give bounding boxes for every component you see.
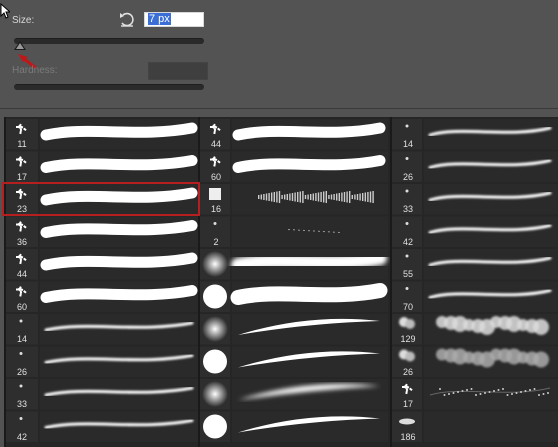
dot-brush-icon	[19, 384, 23, 388]
brush-cell[interactable]	[200, 314, 388, 345]
size-label: Size:	[12, 15, 35, 26]
brush-size-label: 26	[16, 366, 27, 377]
brush-cell[interactable]	[200, 379, 388, 410]
dot-brush-icon	[405, 189, 409, 193]
hardness-label: Hardness:	[12, 65, 58, 76]
size-input[interactable]: 7 px	[144, 12, 204, 27]
dot-brush-icon	[405, 287, 409, 290]
hard-round-brush-icon	[203, 284, 227, 309]
brush-size-label: 186	[400, 431, 416, 442]
brush-size-label: 33	[402, 204, 413, 214]
brush-size-label: 11	[17, 139, 27, 149]
brush-size-label: 14	[402, 139, 413, 149]
brush-size-label: 129	[400, 334, 416, 344]
dot-brush-icon	[213, 222, 217, 225]
dot-brush-icon	[405, 157, 409, 160]
brush-size-label: 17	[16, 171, 27, 182]
dot-brush-icon	[19, 319, 23, 323]
brush-size-label: 36	[16, 236, 27, 247]
mouse-cursor-icon	[0, 3, 10, 19]
brush-size-label: 42	[402, 236, 413, 247]
brush-size-label: 2	[213, 236, 219, 247]
size-slider-track[interactable]	[14, 38, 204, 44]
brush-cell[interactable]	[200, 411, 388, 443]
brush-stroke-preview	[40, 252, 198, 271]
brush-size-label: 60	[210, 171, 221, 182]
brush-size-label: 14	[16, 334, 27, 344]
brush-stroke-preview	[40, 285, 198, 303]
brush-grid-canvas	[4, 117, 558, 447]
brush-options: Size: 7 px Hardness:	[0, 0, 558, 108]
brush-cell[interactable]	[200, 346, 388, 378]
soft-round-brush-icon	[202, 316, 228, 342]
brush-stroke-preview	[232, 155, 386, 173]
size-slider-thumb-face	[16, 43, 24, 49]
brush-size-label: 55	[402, 269, 413, 279]
brush-size-label: 16	[210, 204, 221, 214]
brush-size-label: 42	[16, 431, 27, 442]
soft-round-brush-icon	[202, 251, 228, 277]
brush-size-label: 44	[16, 269, 27, 279]
brush-size-label: 17	[402, 399, 413, 409]
brush-stroke-preview	[232, 122, 386, 141]
soft-round-brush-icon	[202, 381, 228, 407]
dot-brush-icon	[405, 254, 409, 258]
brush-stroke-preview	[231, 251, 387, 272]
brush-grid	[4, 117, 558, 447]
brush-size-label: 23	[16, 204, 27, 214]
hard-round-brush-icon	[203, 349, 227, 374]
brush-size-label: 44	[210, 139, 221, 149]
hardness-input[interactable]	[148, 62, 208, 80]
divider	[0, 108, 558, 109]
brush-stroke-preview	[40, 220, 198, 238]
brush-cell[interactable]	[200, 249, 388, 280]
brush-preset-picker: Size: 7 px Hardness: 11 17 23 36 44 60 14 26 33 4…	[0, 0, 558, 447]
brush-stroke-preview	[40, 155, 198, 173]
hard-round-brush-icon	[203, 414, 227, 439]
dot-brush-icon	[19, 352, 23, 355]
dot-brush-icon	[405, 222, 409, 225]
brush-stroke-preview	[230, 283, 388, 305]
brush-size-label: 70	[402, 301, 413, 312]
dot-brush-icon	[19, 417, 23, 420]
brush-cell[interactable]	[200, 281, 388, 313]
brush-size-label: 26	[402, 366, 413, 377]
hardness-slider-track[interactable]	[14, 84, 204, 90]
brush-size-label: 33	[16, 399, 27, 409]
leaf-brush-icon	[399, 418, 415, 425]
brush-stroke-preview	[40, 122, 198, 141]
brush-size-label: 26	[402, 171, 413, 182]
dot-brush-icon	[405, 124, 409, 128]
size-value: 7 px	[148, 13, 171, 25]
brush-size-label: 60	[16, 301, 27, 312]
square-brush-icon	[209, 188, 221, 200]
reset-icon[interactable]	[118, 12, 136, 28]
